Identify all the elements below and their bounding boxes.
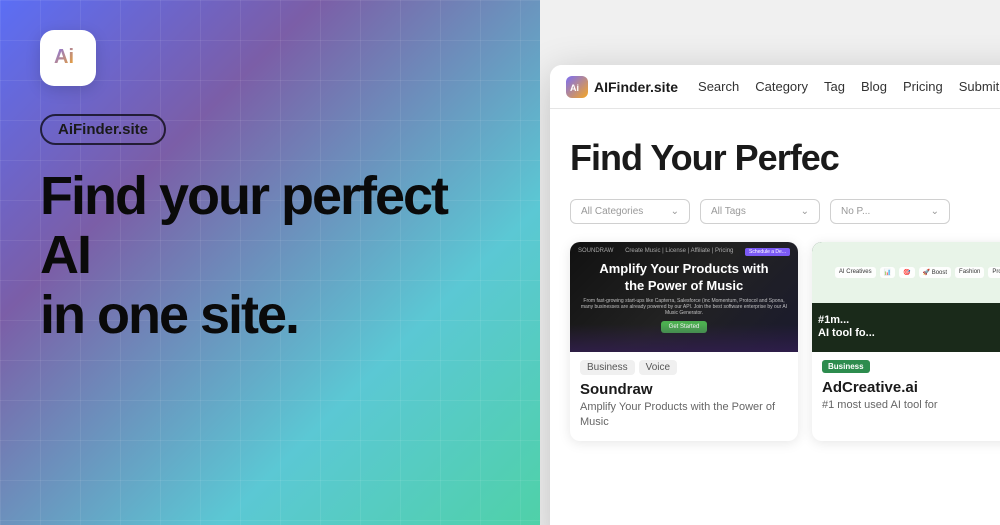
card-adcreative[interactable]: AI Creatives 📊 🎯 🚀 Boost Fashion Product [812, 242, 1000, 441]
card-soundraw[interactable]: SOUNDRAW Create Music | License | Affili… [570, 242, 798, 441]
right-panel: Ai AIFinder.site Search Category Tag Blo… [540, 0, 1000, 525]
chevron-down-icon: ⌄ [671, 206, 679, 217]
adcreative-thumbnails: AI Creatives 📊 🎯 🚀 Boost Fashion Product [832, 264, 1000, 281]
browser-content: Find Your Perfec All Categories ⌄ All Ta… [550, 109, 1000, 457]
hero-left-panel: Ai AiFinder.site Find your perfect AI in… [0, 0, 540, 525]
card-adcreative-name: AdCreative.ai [812, 373, 1000, 398]
nav-link-search[interactable]: Search [698, 79, 739, 94]
tag-business-green[interactable]: Business [822, 360, 870, 373]
hero-title-line1: Find your perfect AI [40, 166, 447, 285]
soundraw-nav-bar: SOUNDRAW Create Music | License | Affili… [570, 248, 798, 256]
card-soundraw-desc: Amplify Your Products with the Power of … [570, 400, 798, 441]
filter-categories[interactable]: All Categories ⌄ [570, 199, 690, 224]
browser-window: Ai AIFinder.site Search Category Tag Blo… [550, 65, 1000, 525]
browser-logo-icon: Ai [566, 76, 588, 98]
hero-title-line2: in one site. [40, 285, 298, 345]
card-soundraw-tags: Business Voice [570, 352, 798, 375]
soundraw-bg-gradient [570, 324, 798, 352]
soundraw-card-subtitle: From fast-growing start-ups like Capterr… [581, 298, 787, 316]
filter-row: All Categories ⌄ All Tags ⌄ No P... ⌄ [570, 199, 1000, 224]
adcreative-overlay: AI Creatives 📊 🎯 🚀 Boost Fashion Product [812, 242, 1000, 352]
cards-grid: SOUNDRAW Create Music | License | Affili… [570, 242, 1000, 441]
card-adcreative-desc: #1 most used AI tool for [812, 398, 1000, 423]
nav-link-pricing[interactable]: Pricing [903, 79, 943, 94]
nav-link-category[interactable]: Category [755, 79, 808, 94]
left-content: Ai AiFinder.site Find your perfect AI in… [0, 0, 540, 375]
card-soundraw-image: SOUNDRAW Create Music | License | Affili… [570, 242, 798, 352]
browser-nav-links: Search Category Tag Blog Pricing Submit [698, 79, 999, 94]
adcreative-bottom-panel: #1m...AI tool fo... [812, 303, 1000, 353]
adcreative-top-panel: AI Creatives 📊 🎯 🚀 Boost Fashion Product [812, 242, 1000, 303]
hero-title: Find your perfect AI in one site. [40, 167, 500, 345]
svg-text:Ai: Ai [54, 46, 74, 68]
filter-tags-label: All Tags [711, 206, 746, 217]
filter-pricing-label: No P... [841, 206, 870, 217]
brand-badge[interactable]: AiFinder.site [40, 114, 166, 145]
nav-link-submit[interactable]: Submit [959, 79, 999, 94]
chevron-down-icon: ⌄ [801, 206, 809, 217]
filter-categories-label: All Categories [581, 206, 643, 217]
nav-link-blog[interactable]: Blog [861, 79, 887, 94]
nav-link-tag[interactable]: Tag [824, 79, 845, 94]
adcreative-hero-text: #1m...AI tool fo... [818, 314, 875, 340]
main-container: Ai AiFinder.site Find your perfect AI in… [0, 0, 1000, 525]
browser-navbar: Ai AIFinder.site Search Category Tag Blo… [550, 65, 1000, 109]
chevron-down-icon: ⌄ [931, 206, 939, 217]
svg-text:Ai: Ai [570, 83, 579, 93]
card-soundraw-name: Soundraw [570, 375, 798, 400]
tag-voice[interactable]: Voice [639, 360, 677, 375]
app-logo-icon: Ai [52, 39, 84, 77]
card-adcreative-image: AI Creatives 📊 🎯 🚀 Boost Fashion Product [812, 242, 1000, 352]
card-adcreative-tags: Business [812, 352, 1000, 373]
site-hero-title: Find Your Perfec [570, 137, 1000, 179]
filter-pricing[interactable]: No P... ⌄ [830, 199, 950, 224]
soundraw-card-title: Amplify Your Products withthe Power of M… [591, 261, 776, 295]
browser-logo: Ai AIFinder.site [566, 76, 678, 98]
browser-logo-text: AIFinder.site [594, 79, 678, 95]
filter-tags[interactable]: All Tags ⌄ [700, 199, 820, 224]
tag-business[interactable]: Business [580, 360, 635, 375]
logo-box: Ai [40, 30, 96, 86]
